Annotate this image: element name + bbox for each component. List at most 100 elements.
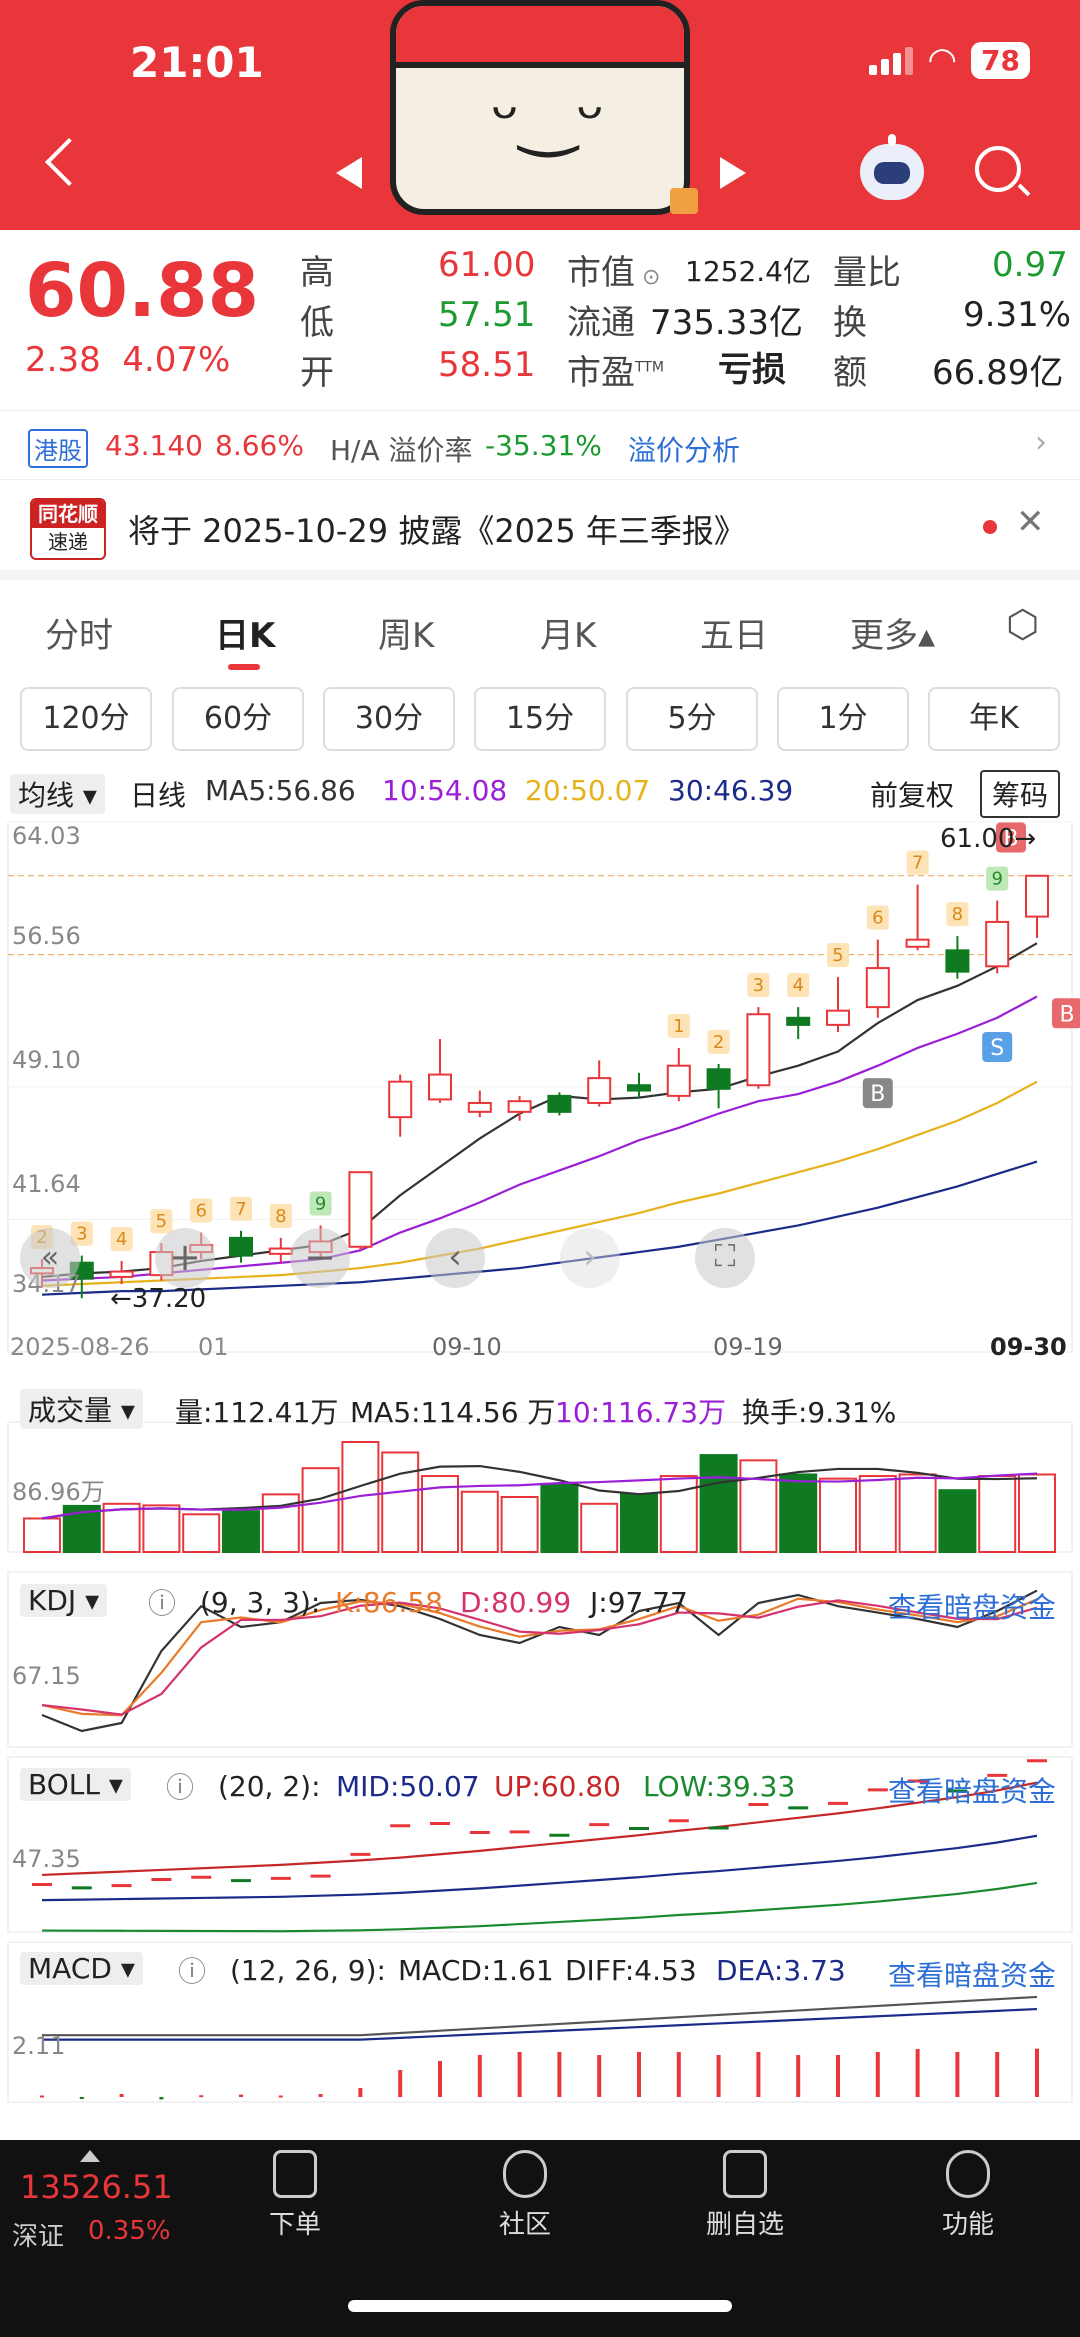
period-120min[interactable]: 120分 bbox=[20, 687, 152, 751]
period-1min[interactable]: 1分 bbox=[777, 687, 909, 751]
header-bar: 21:01 ◠ 78 ᵕ‿ᵕ bbox=[0, 0, 1080, 230]
date-tick-5: 09-30 bbox=[990, 1333, 1067, 1361]
tab-weekly-k[interactable]: 周K bbox=[378, 608, 434, 657]
boll-select[interactable]: BOLL ▾ bbox=[20, 1768, 131, 1801]
period-yearly-k[interactable]: 年K bbox=[928, 687, 1060, 751]
wifi-icon: ◠ bbox=[927, 40, 958, 80]
ma-type-select[interactable]: 均线 ▾ bbox=[10, 774, 105, 814]
period-30min[interactable]: 30分 bbox=[323, 687, 455, 751]
turnover-value: 9.31% bbox=[963, 295, 1072, 335]
macd-bar bbox=[438, 2061, 442, 2097]
macd-bar bbox=[358, 2088, 363, 2097]
home-indicator[interactable] bbox=[348, 2300, 732, 2312]
nav-remove-watchlist[interactable]: 删自选 bbox=[675, 2150, 815, 2241]
macd-bar bbox=[796, 2055, 801, 2097]
pe-value: 亏损 bbox=[718, 350, 786, 390]
tab-five-day[interactable]: 五日 bbox=[700, 608, 768, 657]
adjust-label[interactable]: 前复权 bbox=[870, 774, 954, 814]
back-arrow-icon[interactable] bbox=[44, 137, 94, 187]
tab-daily-k[interactable]: 日K bbox=[215, 608, 275, 657]
chart-area[interactable]: 23456789123456789BBSB bbox=[0, 812, 1080, 2112]
macd-select[interactable]: MACD ▾ bbox=[20, 1952, 143, 1985]
nav-community[interactable]: 社区 bbox=[455, 2150, 595, 2241]
next-stock-icon[interactable] bbox=[720, 157, 746, 189]
hk-premium-row[interactable]: 港股 43.140 8.66% H/A 溢价率 -35.31% 溢价分析 › bbox=[0, 410, 1080, 480]
last-price: 60.88 bbox=[25, 248, 260, 334]
candle-body bbox=[507, 1100, 532, 1113]
kline-ytick-4: 41.64 bbox=[12, 1170, 81, 1198]
mktcap-value: 1252.4亿 bbox=[685, 255, 811, 288]
boll-legend: BOLL ▾ ⓘ (20, 2): MID:50.07 UP:60.80 LOW… bbox=[0, 1762, 1080, 1812]
high-label: 高 bbox=[300, 253, 334, 293]
nav-functions[interactable]: 功能 bbox=[898, 2150, 1038, 2241]
expand-up-icon[interactable] bbox=[80, 2150, 100, 2162]
volume-select[interactable]: 成交量 ▾ bbox=[20, 1389, 143, 1429]
tab-fenshi[interactable]: 分时 bbox=[45, 608, 113, 657]
volume-bar bbox=[699, 1454, 738, 1553]
help-icon[interactable]: ⓘ bbox=[166, 1766, 194, 1806]
help-icon[interactable]: ⓘ bbox=[148, 1582, 176, 1622]
battery-icon: 78 bbox=[971, 41, 1030, 79]
premium-analysis-link[interactable]: 溢价分析 bbox=[628, 429, 740, 469]
header-badge bbox=[670, 188, 698, 214]
notice-banner[interactable]: 同花顺 速递 将于 2025-10-29 披露《2025 年三季报》 ✕ bbox=[0, 480, 1080, 580]
period-15min[interactable]: 15分 bbox=[474, 687, 606, 751]
kdj-select[interactable]: KDJ ▾ bbox=[20, 1584, 108, 1617]
pe-label: 市盈TTM bbox=[567, 353, 664, 393]
fullscreen-icon[interactable]: ⛶ bbox=[695, 1228, 755, 1288]
ma30-value: 30:46.39 bbox=[668, 774, 794, 807]
help-icon[interactable]: ⓘ bbox=[178, 1950, 206, 1990]
candle-body bbox=[666, 1064, 691, 1097]
double-left-icon[interactable]: « bbox=[20, 1228, 80, 1288]
prev-stock-icon[interactable] bbox=[336, 157, 362, 189]
turnover-label: 换 bbox=[833, 303, 867, 343]
boll-dark-pool-link[interactable]: 查看暗盘资金 bbox=[888, 1770, 1056, 1810]
low-label: 低 bbox=[300, 303, 334, 343]
macd-bar bbox=[278, 2095, 283, 2098]
kdj-k: K:86.58 bbox=[335, 1586, 443, 1619]
nav-order[interactable]: 下单 bbox=[225, 2150, 365, 2241]
kline-ytick-1: 64.03 bbox=[12, 822, 81, 850]
period-60min[interactable]: 60分 bbox=[172, 687, 304, 751]
index-name: 深证 bbox=[12, 2222, 65, 2252]
tab-more[interactable]: 更多▴ bbox=[850, 608, 935, 657]
period-5min[interactable]: 5分 bbox=[626, 687, 758, 751]
macd-bar bbox=[40, 2095, 44, 2098]
index-value[interactable]: 13526.51 bbox=[20, 2168, 173, 2206]
tab-monthly-k[interactable]: 月K bbox=[540, 608, 596, 657]
macd-bar bbox=[756, 2052, 761, 2097]
zoom-out-icon[interactable]: − bbox=[290, 1228, 350, 1288]
macd-bar bbox=[836, 2055, 840, 2097]
candle-body bbox=[428, 1073, 452, 1101]
kdj-dark-pool-link[interactable]: 查看暗盘资金 bbox=[888, 1586, 1056, 1626]
robot-assistant-icon[interactable] bbox=[860, 134, 924, 200]
macd-bar bbox=[955, 2052, 960, 2097]
step-right-icon[interactable]: › bbox=[560, 1228, 620, 1288]
volume-bar bbox=[938, 1489, 977, 1554]
calendar-sticker: ᵕ‿ᵕ bbox=[390, 0, 690, 215]
candle-body bbox=[786, 1016, 811, 1026]
volume-bar bbox=[301, 1467, 340, 1554]
kdj-params: (9, 3, 3): bbox=[200, 1586, 321, 1619]
date-tick-1: 2025-08-26 bbox=[10, 1333, 150, 1361]
close-icon[interactable]: ✕ bbox=[1016, 502, 1045, 542]
kdj-ytick: 67.15 bbox=[12, 1662, 81, 1690]
macd-dark-pool-link[interactable]: 查看暗盘资金 bbox=[888, 1954, 1056, 1994]
candle-body bbox=[587, 1077, 612, 1104]
status-time: 21:01 bbox=[130, 38, 264, 87]
td-count-label: 5 bbox=[832, 945, 843, 966]
candle-body bbox=[945, 949, 970, 973]
signal-label: B bbox=[1059, 1002, 1074, 1027]
zoom-in-icon[interactable]: + bbox=[155, 1228, 215, 1288]
kline-ytick-3: 49.10 bbox=[12, 1046, 81, 1074]
amount-value: 66.89亿 bbox=[932, 353, 1064, 393]
boll-params: (20, 2): bbox=[218, 1770, 321, 1803]
step-left-icon[interactable]: ‹ bbox=[425, 1228, 485, 1288]
td-count-label: 7 bbox=[912, 853, 923, 874]
volume-bar bbox=[580, 1502, 619, 1553]
float-value: 735.33亿 bbox=[650, 303, 803, 343]
chips-button[interactable]: 筹码 bbox=[980, 770, 1061, 818]
search-icon[interactable] bbox=[975, 146, 1021, 192]
settings-hex-icon[interactable]: ⬡ bbox=[1006, 602, 1039, 646]
unread-dot bbox=[983, 520, 997, 534]
